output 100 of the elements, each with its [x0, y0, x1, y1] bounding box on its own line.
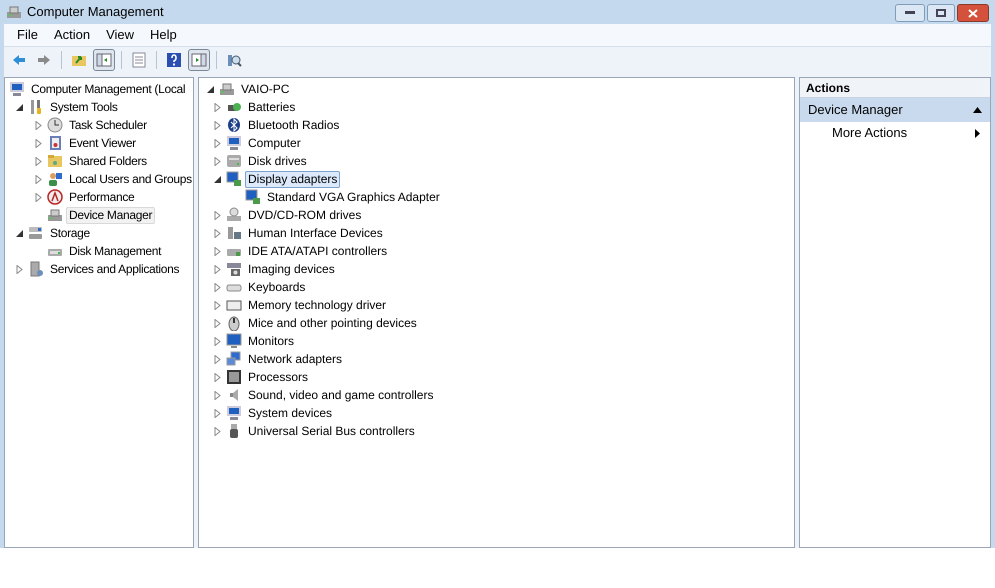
expand-arrow-icon[interactable] — [212, 264, 222, 274]
tree-item[interactable]: Standard VGA Graphics Adapter — [264, 188, 443, 206]
minimize-icon — [905, 11, 915, 15]
collapse-arrow-icon[interactable] — [206, 84, 214, 94]
tree-item[interactable]: Event Viewer — [66, 134, 139, 152]
pane-toggle-icon — [96, 52, 112, 68]
device-icon — [219, 81, 235, 97]
expand-arrow-icon[interactable] — [34, 120, 42, 130]
optical-drive-icon — [226, 207, 242, 223]
window-title: Computer Management — [27, 3, 164, 22]
tree-item[interactable]: VAIO-PC — [238, 80, 292, 98]
mouse-icon — [226, 315, 242, 331]
expand-arrow-icon[interactable] — [212, 354, 222, 364]
close-icon — [968, 8, 978, 18]
menu-item[interactable]: Help — [143, 25, 184, 45]
display-card-icon — [226, 171, 242, 187]
log-book-icon — [47, 135, 63, 151]
actions-header: Actions — [800, 78, 990, 98]
expand-arrow-icon[interactable] — [212, 300, 222, 310]
tools-icon — [28, 99, 44, 115]
collapse-arrow-icon[interactable] — [14, 228, 24, 238]
expand-arrow-icon[interactable] — [212, 138, 222, 148]
tree-item[interactable]: Monitors — [245, 332, 298, 350]
tree-item[interactable]: Device Manager — [66, 206, 156, 224]
collapse-arrow-icon[interactable] — [14, 102, 24, 112]
tree-item[interactable]: Processors — [245, 368, 312, 386]
tree-item[interactable]: DVD/CD-ROM drives — [245, 206, 364, 224]
submenu-arrow-icon — [975, 128, 980, 138]
expand-arrow-icon[interactable] — [212, 408, 222, 418]
menu-item[interactable]: View — [99, 25, 142, 45]
actions-section-header[interactable]: Device Manager — [800, 98, 990, 122]
expand-arrow-icon[interactable] — [212, 426, 222, 436]
tree-item[interactable]: Disk Management — [66, 242, 164, 260]
expand-arrow-icon[interactable] — [34, 174, 42, 184]
collapse-arrow-icon[interactable] — [212, 174, 222, 184]
gauge-icon — [47, 189, 63, 205]
storage-icon — [28, 225, 44, 241]
folder-icon — [47, 153, 63, 169]
expand-arrow-icon[interactable] — [212, 102, 222, 112]
tree-item[interactable]: Disk drives — [245, 152, 310, 170]
clock-icon — [47, 117, 63, 133]
monitor-icon — [226, 333, 242, 349]
maximize-icon — [936, 9, 946, 17]
tree-item[interactable]: Imaging devices — [245, 260, 338, 278]
tree-item[interactable]: Universal Serial Bus controllers — [245, 422, 418, 440]
tree-item[interactable]: IDE ATA/ATAPI controllers — [245, 242, 390, 260]
computer-icon — [226, 405, 242, 421]
network-icon — [226, 351, 242, 367]
app-icon — [6, 4, 22, 20]
expand-arrow-icon[interactable] — [34, 138, 42, 148]
tree-item[interactable]: Sound, video and game controllers — [245, 386, 436, 404]
tree-item[interactable]: Task Scheduler — [66, 116, 150, 134]
menu-item[interactable]: Action — [46, 25, 98, 45]
tree-item[interactable]: Human Interface Devices — [245, 224, 386, 242]
tree-item[interactable]: Network adapters — [245, 350, 346, 368]
tree-item[interactable]: Memory technology driver — [245, 296, 390, 314]
toolbar-button[interactable] — [93, 48, 115, 70]
expand-arrow-icon[interactable] — [212, 318, 222, 328]
list-icon — [131, 52, 147, 68]
expand-arrow-icon[interactable] — [212, 120, 222, 130]
computer-icon — [9, 81, 25, 97]
display-card-icon — [245, 189, 261, 205]
minimize-button[interactable] — [895, 4, 925, 22]
tree-item[interactable]: Keyboards — [245, 278, 308, 296]
action-link[interactable]: More Actions — [800, 122, 990, 144]
tree-item[interactable]: Mice and other pointing devices — [245, 314, 420, 332]
expand-arrow-icon[interactable] — [212, 156, 222, 166]
tree-item[interactable]: Performance — [66, 188, 138, 206]
expand-arrow-icon[interactable] — [212, 390, 222, 400]
pane-toggle-icon — [191, 52, 207, 68]
expand-arrow-icon[interactable] — [212, 336, 222, 346]
tree-item[interactable]: System devices — [245, 404, 336, 422]
close-button[interactable] — [957, 4, 989, 22]
tree-item[interactable]: Storage — [47, 224, 93, 242]
tree-item[interactable]: Computer — [245, 134, 304, 152]
expand-arrow-icon[interactable] — [14, 264, 24, 274]
help-icon — [166, 52, 182, 68]
expand-arrow-icon[interactable] — [212, 372, 222, 382]
tree-item[interactable]: Batteries — [245, 98, 298, 116]
tree-item[interactable]: Services and Applications — [47, 260, 182, 278]
menu-item[interactable]: File — [10, 25, 45, 45]
tree-item[interactable]: System Tools — [47, 98, 121, 116]
tree-item[interactable]: Display adapters — [245, 170, 340, 188]
toolbar-button[interactable] — [188, 48, 210, 70]
expand-arrow-icon[interactable] — [34, 192, 42, 202]
expand-arrow-icon[interactable] — [212, 228, 222, 238]
expand-arrow-icon[interactable] — [212, 282, 222, 292]
chip-icon — [226, 369, 242, 385]
tree-item[interactable]: Bluetooth Radios — [245, 116, 342, 134]
tree-item[interactable]: Shared Folders — [66, 152, 150, 170]
server-icon — [28, 261, 44, 277]
camera-icon — [226, 261, 242, 277]
computer-icon — [226, 135, 242, 151]
device-icon — [47, 207, 63, 223]
tree-item[interactable]: Local Users and Groups — [66, 170, 195, 188]
expand-arrow-icon[interactable] — [34, 156, 42, 166]
maximize-button[interactable] — [927, 4, 955, 22]
expand-arrow-icon[interactable] — [212, 246, 222, 256]
expand-arrow-icon[interactable] — [212, 210, 222, 220]
tree-item[interactable]: Computer Management (Local — [28, 80, 188, 98]
